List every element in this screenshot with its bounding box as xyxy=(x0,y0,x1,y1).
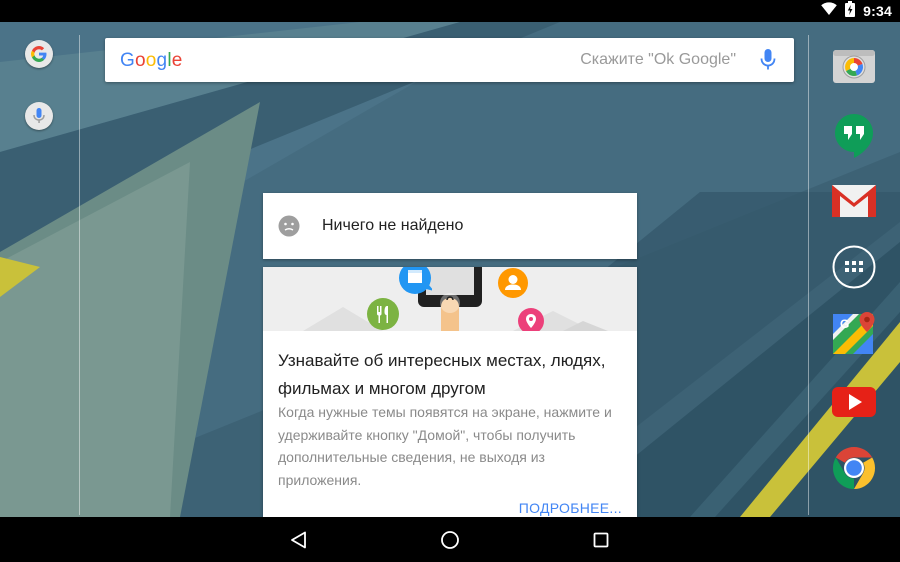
maps-icon[interactable]: G xyxy=(831,310,877,356)
learn-more-link[interactable]: ПОДРОБНЕЕ... xyxy=(519,500,622,516)
hangouts-icon[interactable] xyxy=(831,112,877,158)
restaurant-icon xyxy=(366,297,400,331)
svg-text:G: G xyxy=(840,317,849,331)
no-results-card: Ничего не найдено xyxy=(263,193,637,259)
battery-icon xyxy=(845,0,856,22)
movie-icon xyxy=(398,267,434,295)
chrome-icon[interactable] xyxy=(831,445,877,491)
camera-icon[interactable] xyxy=(831,43,877,89)
now-on-tap-info-card: Узнавайте об интересных местах, людях, ф… xyxy=(263,267,637,517)
place-icon xyxy=(517,307,545,331)
info-card-title: Узнавайте об интересных местах, людях, ф… xyxy=(278,351,606,398)
google-logo-letter: G xyxy=(120,50,135,71)
clock: 9:34 xyxy=(863,3,892,19)
google-search-bar[interactable]: Google Скажите "Ok Google" xyxy=(105,38,794,82)
info-card-body: Когда нужные темы появятся на экране, на… xyxy=(278,404,612,488)
google-logo: Google xyxy=(120,50,183,72)
right-divider xyxy=(808,35,809,515)
youtube-icon[interactable] xyxy=(831,379,877,425)
no-results-text: Ничего не найдено xyxy=(322,217,464,234)
wifi-icon xyxy=(821,2,837,20)
back-icon[interactable] xyxy=(286,527,312,553)
sad-face-icon xyxy=(278,215,300,237)
gmail-icon[interactable] xyxy=(831,178,877,224)
search-hint: Скажите "Ok Google" xyxy=(580,51,736,68)
voice-search-icon[interactable] xyxy=(25,102,53,130)
card-illustration xyxy=(263,267,637,331)
google-logo-letter: o xyxy=(145,50,157,71)
mic-icon[interactable] xyxy=(760,49,776,71)
app-drawer-icon[interactable] xyxy=(831,244,877,290)
status-bar: 9:34 xyxy=(0,0,900,22)
google-logo-letter: o xyxy=(134,50,146,71)
recents-icon[interactable] xyxy=(588,527,614,553)
google-logo-letter: g xyxy=(156,50,168,71)
google-logo-letter: e xyxy=(171,50,183,71)
person-icon xyxy=(497,267,529,299)
navigation-bar xyxy=(0,517,900,562)
google-g-icon[interactable] xyxy=(25,40,53,68)
home-icon[interactable] xyxy=(437,527,463,553)
left-divider xyxy=(79,35,80,515)
